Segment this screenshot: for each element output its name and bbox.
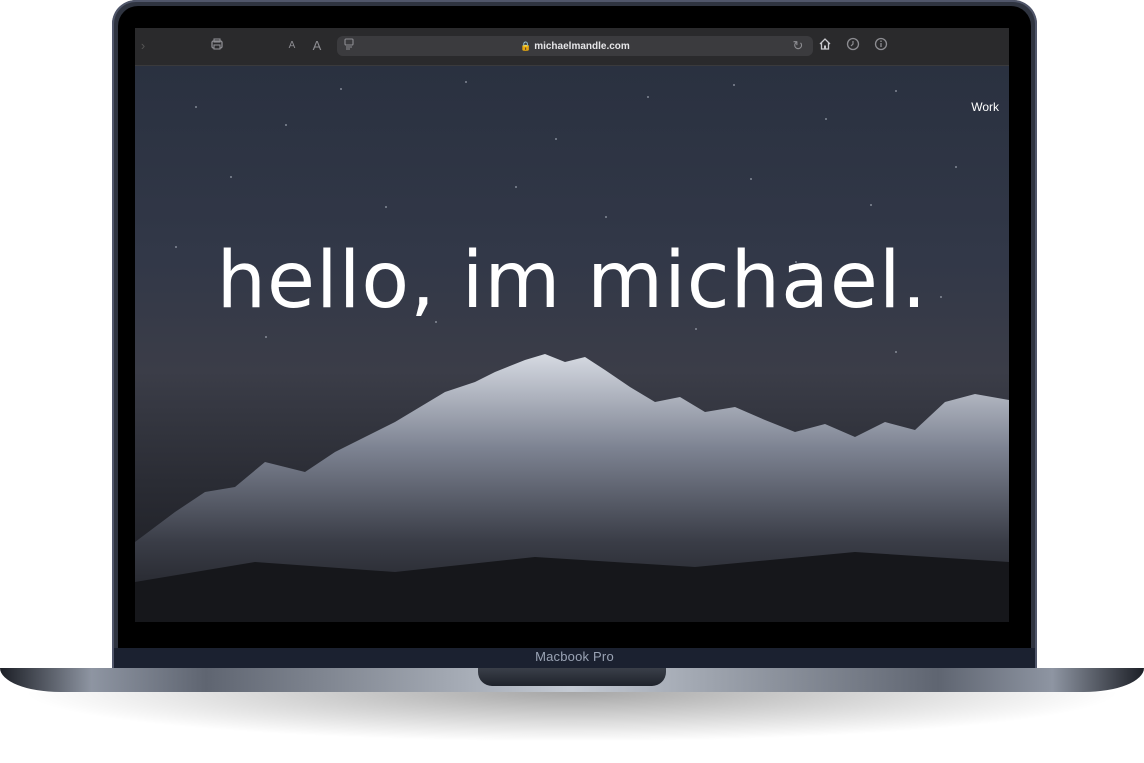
info-icon[interactable] (873, 37, 889, 55)
website-page: Work hello, im michael. (135, 66, 1009, 622)
laptop-notch (478, 668, 666, 686)
lock-icon: 🔒 (520, 41, 532, 51)
mountain-range (135, 354, 1009, 622)
laptop-shadow (20, 692, 1124, 742)
nav-work-link[interactable]: Work (971, 100, 999, 114)
back-icon[interactable]: › (137, 37, 149, 55)
url-text: 🔒 michaelmandle.com (337, 36, 813, 57)
browser-toolbar: › A A 🔒 michaelmandle.com ↻ (135, 28, 1009, 66)
laptop-screen: › A A 🔒 michaelmandle.com ↻ Work hello, … (135, 28, 1009, 622)
home-icon[interactable] (817, 37, 833, 55)
address-bar[interactable]: 🔒 michaelmandle.com ↻ (337, 36, 813, 56)
reload-icon[interactable]: ↻ (791, 37, 805, 55)
history-icon[interactable] (845, 37, 861, 55)
print-icon[interactable] (209, 37, 225, 55)
laptop-chin: Macbook Pro (114, 648, 1035, 668)
device-label: Macbook Pro (535, 649, 614, 664)
text-small-icon[interactable]: A (287, 37, 297, 55)
url-label: michaelmandle.com (534, 41, 630, 52)
hero-heading: hello, im michael. (216, 236, 928, 326)
text-large-icon[interactable]: A (311, 37, 323, 55)
